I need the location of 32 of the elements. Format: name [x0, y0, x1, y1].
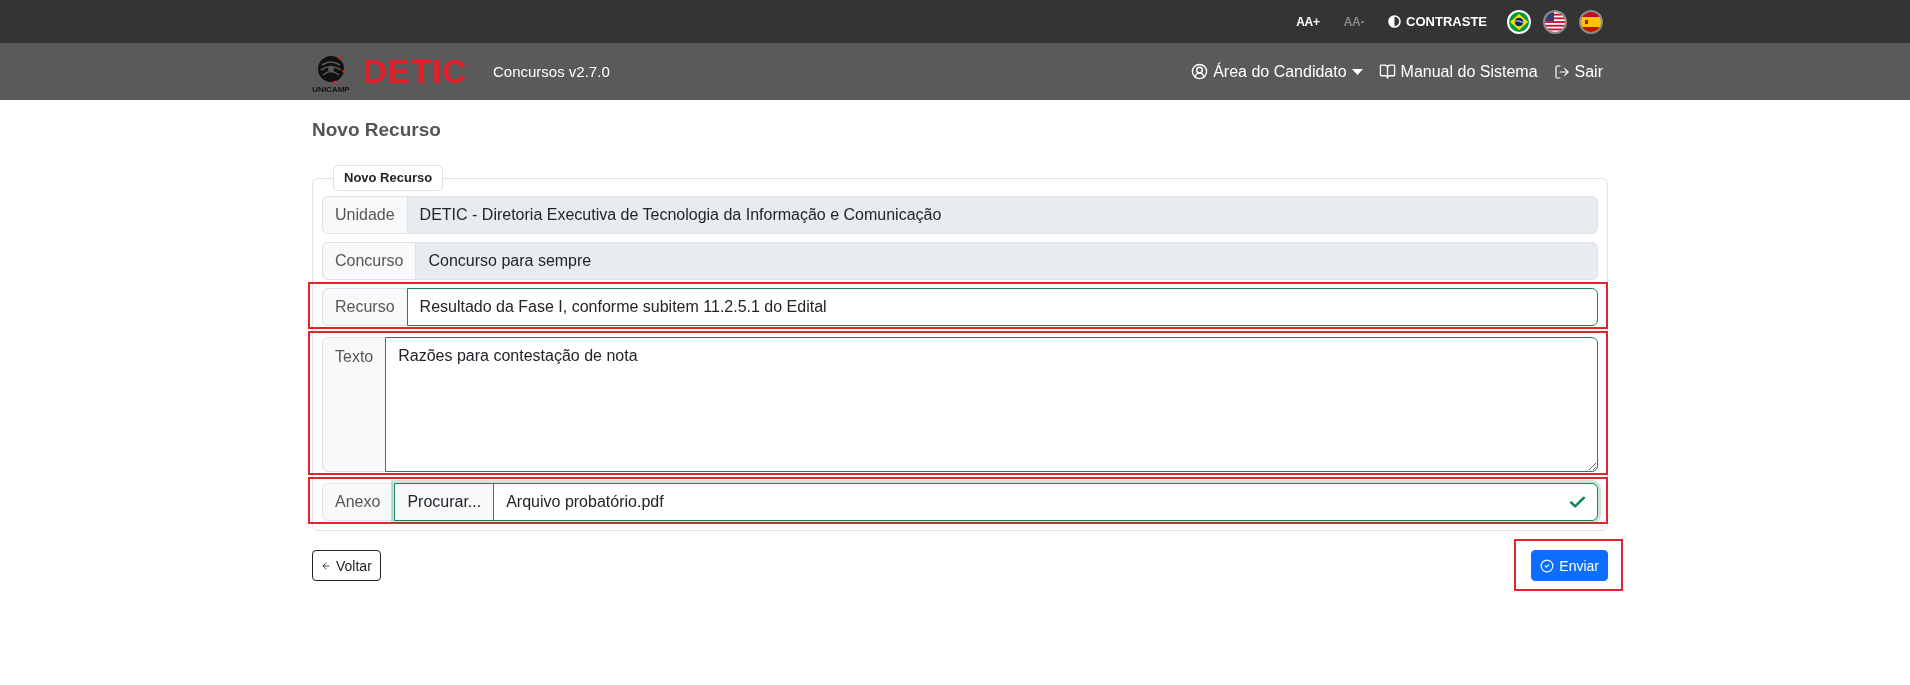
field-label: Concurso: [322, 242, 417, 280]
form-legend: Novo Recurso: [333, 165, 444, 191]
file-field[interactable]: Procurar... Arquivo probatório.pdf: [394, 483, 1598, 521]
nav-link[interactable]: Área do Candidato: [1191, 62, 1363, 81]
book-icon: [1378, 63, 1396, 80]
logo-emblem-icon: [316, 53, 346, 84]
logo-caption: UNICAMP: [312, 84, 350, 94]
user-icon: [1191, 63, 1209, 80]
field-label: Anexo: [322, 483, 394, 521]
logout-icon: [1553, 63, 1570, 80]
submit-button[interactable]: Enviar: [1531, 550, 1608, 581]
usa-flag-icon[interactable]: [1543, 9, 1567, 34]
font-increase-button[interactable]: AA+: [1296, 14, 1320, 29]
app-name: Concursos v2.7.0: [493, 63, 610, 80]
back-button[interactable]: Voltar: [312, 550, 381, 581]
field-label: Unidade: [322, 196, 408, 234]
browse-button[interactable]: Procurar...: [395, 484, 495, 520]
field-label: Recurso: [322, 288, 408, 326]
field-label: Texto: [322, 337, 387, 472]
text-field[interactable]: Resultado da Fase I, conforme subitem 11.2.5.1 do Edital: [406, 288, 1598, 326]
logo-wordmark: DETIC: [363, 55, 467, 88]
nav-link[interactable]: Sair: [1553, 62, 1603, 81]
contrast-button[interactable]: CONTRASTE: [1388, 14, 1487, 29]
page-title: Novo Recurso: [312, 118, 442, 141]
file-name: Arquivo probatório.pdf: [505, 492, 665, 512]
check-circle-icon: [1540, 558, 1555, 573]
contrast-icon: [1388, 15, 1402, 28]
arrow-left-icon: [321, 560, 331, 571]
brazil-flag-icon[interactable]: [1507, 9, 1531, 34]
text-area[interactable]: Razões para contestação de nota: [385, 337, 1598, 472]
nav-link[interactable]: Manual do Sistema: [1378, 62, 1538, 81]
spain-flag-icon[interactable]: [1579, 9, 1603, 34]
